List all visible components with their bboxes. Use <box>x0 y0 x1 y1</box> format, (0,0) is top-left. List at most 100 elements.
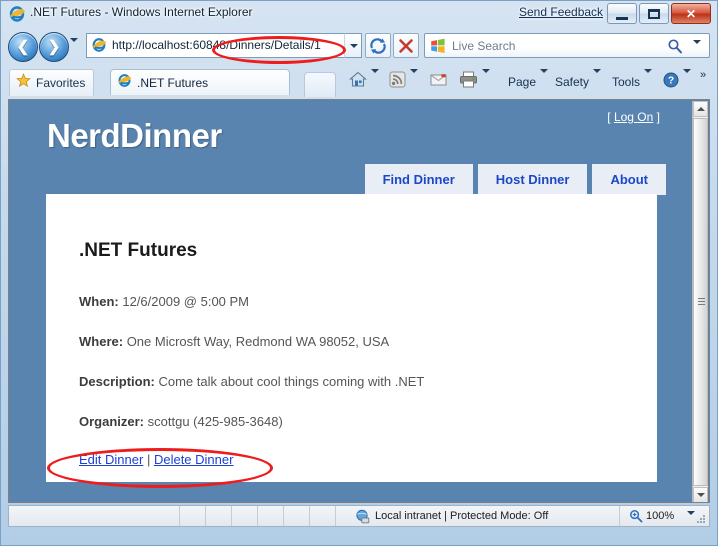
field-description-value: Come talk about cool things coming with … <box>158 374 425 389</box>
favorites-button[interactable]: Favorites <box>9 69 95 96</box>
printer-icon <box>459 71 478 93</box>
chevron-down-icon <box>593 69 602 91</box>
site-logo: NerdDinner <box>47 117 222 154</box>
chevron-down-icon <box>371 69 379 91</box>
internet-explorer-icon <box>8 5 26 23</box>
back-arrow-icon: ❮ <box>16 38 30 56</box>
star-icon <box>16 73 31 93</box>
site-nav-menu: Find Dinner Host Dinner About <box>360 164 666 195</box>
main-content: .NET Futures When: 12/6/2009 @ 5:00 PM W… <box>46 194 657 482</box>
chevron-down-icon <box>540 69 549 91</box>
scrollbar-thumb[interactable] <box>693 118 708 486</box>
tab-title: .NET Futures <box>137 75 209 90</box>
browser-window: .NET Futures - Windows Internet Explorer… <box>0 0 718 546</box>
page-menu-label: Page <box>508 75 537 89</box>
maximize-icon <box>648 9 660 19</box>
security-zone-text: Local intranet | Protected Mode: Off <box>375 510 549 522</box>
search-dropdown-button[interactable] <box>693 40 701 62</box>
forward-button[interactable]: ❯ <box>39 32 69 62</box>
field-where-label: Where: <box>79 334 124 349</box>
address-bar[interactable]: http://localhost:60848/Dinners/Details/1 <box>86 33 344 58</box>
chevron-down-icon <box>644 69 653 91</box>
field-organizer: Organizer: scottgu (425-985-3648) <box>79 414 283 429</box>
field-when-label: When: <box>79 294 119 309</box>
back-button[interactable]: ❮ <box>8 32 38 62</box>
help-icon: ? <box>663 72 679 93</box>
favorites-label: Favorites <box>36 76 86 90</box>
close-button[interactable]: ✕ <box>671 3 711 24</box>
status-divider <box>205 506 206 526</box>
address-dropdown-button[interactable] <box>344 33 362 58</box>
chevron-down-icon <box>687 511 695 532</box>
home-button[interactable] <box>349 69 379 93</box>
read-mail-button[interactable] <box>430 71 447 93</box>
send-feedback-link[interactable]: Send Feedback <box>519 5 603 19</box>
status-bar: Local intranet | Protected Mode: Off 100… <box>8 505 710 532</box>
toolbar-overflow-button[interactable]: » <box>700 69 706 81</box>
link-separator: | <box>146 452 151 467</box>
field-organizer-label: Organizer: <box>79 414 145 429</box>
nav-item-find-dinner[interactable]: Find Dinner <box>364 164 473 195</box>
security-zone-icon <box>355 509 370 524</box>
page-menu-button[interactable]: Page <box>508 69 549 93</box>
close-icon: ✕ <box>685 6 697 21</box>
status-divider <box>309 506 310 526</box>
tools-menu-button[interactable]: Tools <box>612 69 653 93</box>
chevron-down-icon <box>70 38 78 59</box>
edit-dinner-link[interactable]: Edit Dinner <box>79 452 143 467</box>
new-tab-button[interactable] <box>304 72 336 97</box>
window-title: .NET Futures - Windows Internet Explorer <box>30 5 253 19</box>
minimize-icon <box>616 17 628 20</box>
refresh-button[interactable] <box>365 33 391 58</box>
maximize-button[interactable] <box>639 3 669 24</box>
minimize-button[interactable] <box>607 3 637 24</box>
zoom-dropdown-button[interactable] <box>687 511 695 533</box>
browser-tab[interactable]: .NET Futures <box>110 69 290 95</box>
delete-dinner-link[interactable]: Delete Dinner <box>154 452 234 467</box>
log-on-link[interactable]: Log On <box>614 110 653 124</box>
print-button[interactable] <box>459 69 490 93</box>
scroll-up-button[interactable] <box>693 101 708 117</box>
safety-menu-button[interactable]: Safety <box>555 69 602 93</box>
status-divider <box>257 506 258 526</box>
navigation-bar: ❮ ❯ http://localhost:60848/Dinners/Detai… <box>0 30 718 64</box>
chevron-down-icon <box>693 40 701 61</box>
triangle-up-icon <box>696 107 705 111</box>
status-divider <box>619 506 620 526</box>
scrollbar-grip-icon <box>698 298 705 306</box>
nerddinner-page: NerdDinner [ Log On ] Find Dinner Host D… <box>9 100 694 502</box>
page-viewport: NerdDinner [ Log On ] Find Dinner Host D… <box>8 99 710 503</box>
tools-menu-label: Tools <box>612 75 641 89</box>
resize-grip-icon[interactable] <box>696 514 706 524</box>
vertical-scrollbar[interactable] <box>692 101 708 502</box>
status-divider <box>231 506 232 526</box>
title-bar: .NET Futures - Windows Internet Explorer… <box>0 0 718 28</box>
search-bar[interactable]: Live Search <box>424 33 710 61</box>
zoom-level-text: 100% <box>646 510 675 522</box>
forward-arrow-icon: ❯ <box>47 38 61 56</box>
recent-pages-dropdown-button[interactable] <box>70 38 80 59</box>
windows-logo-icon <box>430 38 446 54</box>
feeds-button[interactable] <box>389 69 418 93</box>
home-icon <box>349 71 367 93</box>
field-where-value: One Microsft Way, Redmond WA 98052, USA <box>126 334 390 349</box>
mail-icon <box>430 73 447 92</box>
safety-menu-label: Safety <box>555 75 590 89</box>
rss-feed-icon <box>389 71 406 93</box>
login-open-bracket: [ <box>607 110 611 124</box>
field-where: Where: One Microsft Way, Redmond WA 9805… <box>79 334 389 349</box>
field-when-value: 12/6/2009 @ 5:00 PM <box>122 294 250 309</box>
login-area: [ Log On ] <box>607 110 660 124</box>
field-organizer-value: scottgu (425-985-3648) <box>147 414 283 429</box>
nav-item-host-dinner[interactable]: Host Dinner <box>477 164 588 195</box>
triangle-down-icon <box>696 493 705 497</box>
chevron-down-icon <box>683 69 691 91</box>
nav-item-about[interactable]: About <box>592 164 666 195</box>
scroll-down-button[interactable] <box>693 487 708 502</box>
stop-button[interactable] <box>393 33 419 58</box>
search-input-placeholder: Live Search <box>452 39 516 53</box>
chevron-down-icon <box>350 44 358 48</box>
zoom-icon <box>629 509 643 523</box>
help-menu-button[interactable]: ? <box>663 69 691 93</box>
status-divider <box>283 506 284 526</box>
